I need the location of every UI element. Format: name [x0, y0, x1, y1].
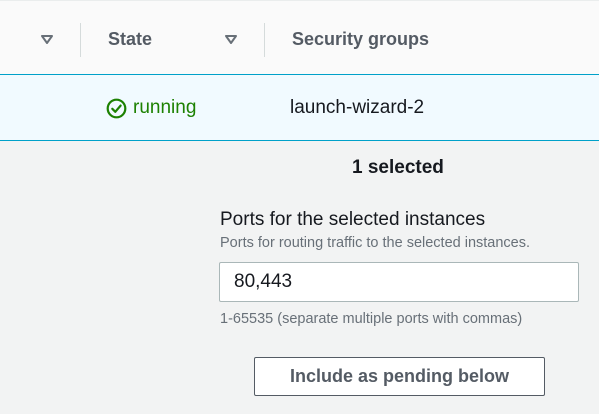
- ports-field-description: Ports for routing traffic to the selecte…: [220, 235, 531, 251]
- column-header-security-groups[interactable]: Security groups: [292, 29, 429, 50]
- instance-state: running: [106, 96, 196, 120]
- sort-caret-down-icon[interactable]: [223, 32, 239, 46]
- check-circle-icon: [106, 98, 127, 119]
- column-separator: [264, 23, 265, 57]
- ports-constraint-text: 1-65535 (separate multiple ports with co…: [220, 311, 523, 327]
- ports-input[interactable]: [219, 262, 579, 302]
- column-separator: [80, 23, 81, 57]
- ports-field-label: Ports for the selected instances: [220, 209, 486, 230]
- table-row[interactable]: running launch-wizard-2: [0, 74, 599, 141]
- selected-count: 1 selected: [352, 157, 444, 178]
- column-header-state[interactable]: State: [108, 29, 152, 50]
- table-header: State Security groups: [0, 0, 599, 74]
- target-registration-panel: State Security groups running launch-wiz…: [0, 0, 599, 414]
- include-as-pending-button[interactable]: Include as pending below: [254, 357, 545, 396]
- instance-state-label: running: [133, 97, 197, 118]
- sort-caret-down-icon[interactable]: [39, 32, 55, 46]
- security-group-cell: launch-wizard-2: [290, 97, 425, 118]
